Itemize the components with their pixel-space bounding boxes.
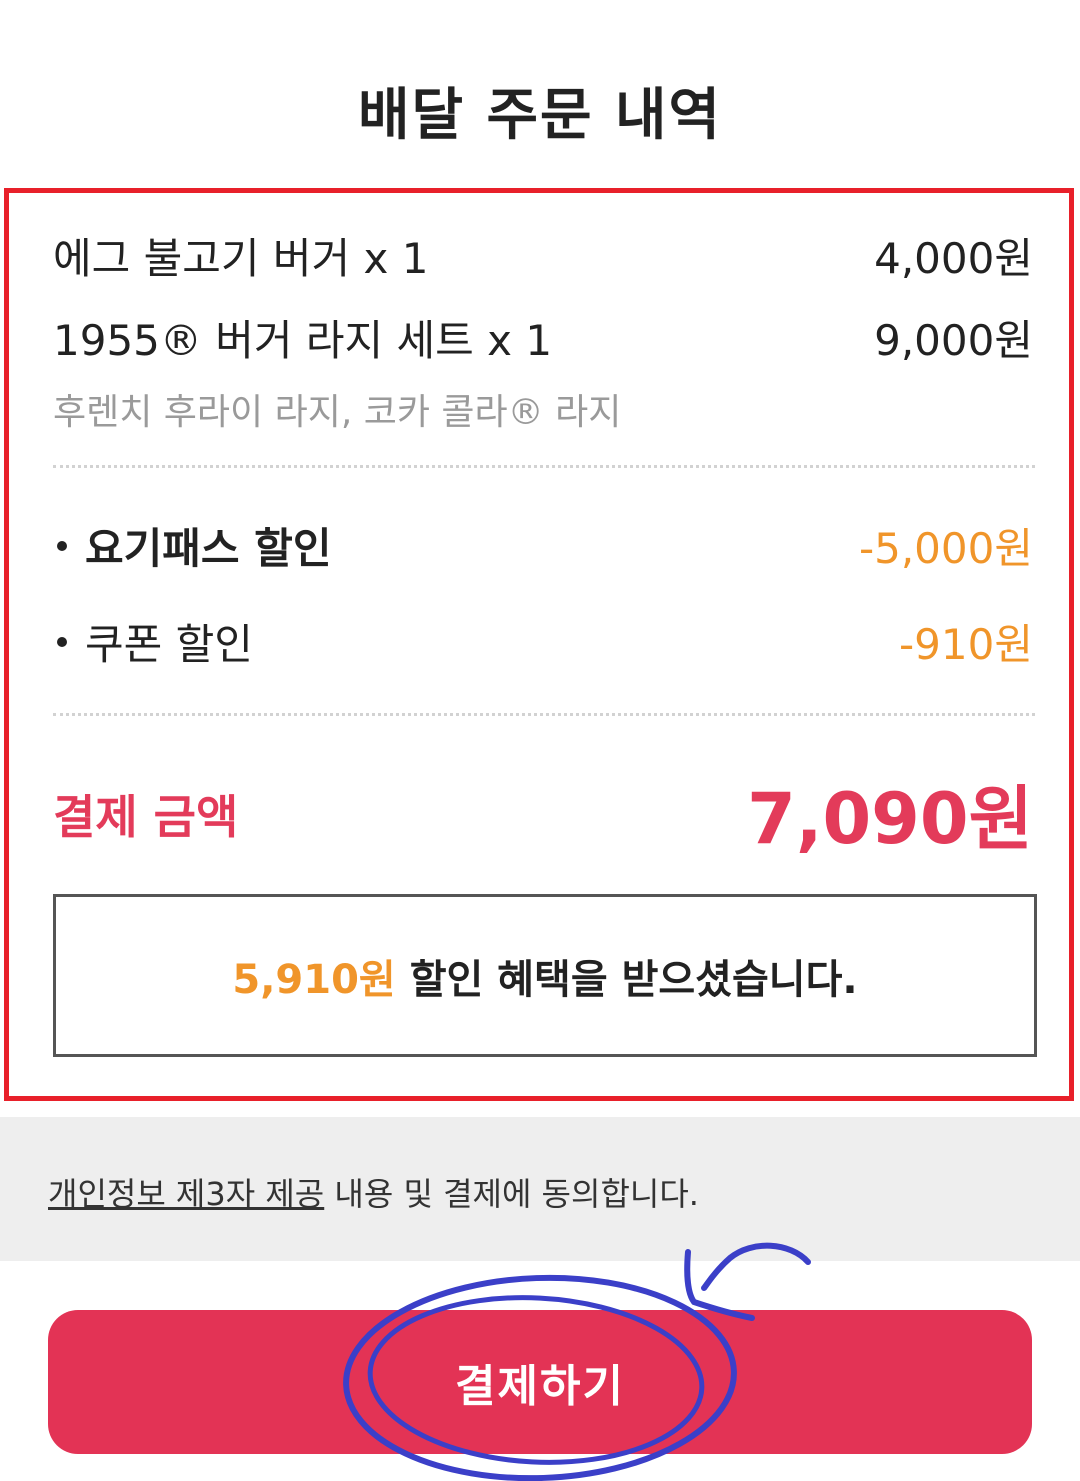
annotation-arrowhead (684, 1249, 755, 1321)
divider (53, 713, 1035, 716)
discount-label: 쿠폰 할인 (53, 611, 253, 672)
consent-rest-text: 내용 및 결제에 동의합니다. (324, 1175, 699, 1213)
order-item-row: 에그 불고기 버거 x 1 4,000원 (53, 225, 1033, 286)
total-row: 결제 금액 7,090원 (53, 763, 1033, 864)
benefit-amount: 5,910원 (232, 956, 396, 1003)
item-options: 후렌치 후라이 라지, 코카 콜라® 라지 (53, 392, 622, 433)
discount-label: 요기패스 할인 (53, 515, 331, 576)
consent-section: 개인정보 제3자 제공 내용 및 결제에 동의합니다. (0, 1117, 1080, 1261)
bullet (57, 540, 67, 551)
item-name: 에그 불고기 버거 x 1 (53, 234, 429, 283)
page-title: 배달 주문 내역 (357, 83, 723, 148)
divider (53, 465, 1035, 468)
total-label: 결제 금액 (53, 789, 239, 844)
benefit-message: 할인 혜택을 받으셨습니다. (409, 956, 858, 1003)
discount-row: 요기패스 할인 -5,000원 (53, 515, 1033, 576)
discount-label-text: 쿠폰 할인 (85, 620, 253, 669)
consent-text: 개인정보 제3자 제공 내용 및 결제에 동의합니다. (48, 1169, 699, 1215)
item-price: 9,000원 (874, 316, 1033, 365)
discount-value: -5,000원 (858, 524, 1033, 573)
discount-benefit-notice: 5,910원 할인 혜택을 받으셨습니다. (53, 894, 1037, 1057)
discount-value: -910원 (899, 620, 1033, 669)
discount-row: 쿠폰 할인 -910원 (53, 611, 1033, 672)
order-summary-highlight-box: 에그 불고기 버거 x 1 4,000원 1955® 버거 라지 세트 x 1 … (4, 188, 1074, 1101)
bullet (57, 636, 67, 647)
privacy-third-party-link[interactable]: 개인정보 제3자 제공 (48, 1175, 324, 1213)
pay-button-label: 결제하기 (455, 1361, 625, 1412)
total-value: 7,090원 (747, 778, 1033, 860)
item-price: 4,000원 (874, 234, 1033, 283)
pay-button[interactable]: 결제하기 (48, 1310, 1032, 1454)
item-name: 1955® 버거 라지 세트 x 1 (53, 316, 553, 365)
order-item-row: 1955® 버거 라지 세트 x 1 9,000원 (53, 307, 1033, 368)
discount-label-text: 요기패스 할인 (85, 524, 332, 573)
